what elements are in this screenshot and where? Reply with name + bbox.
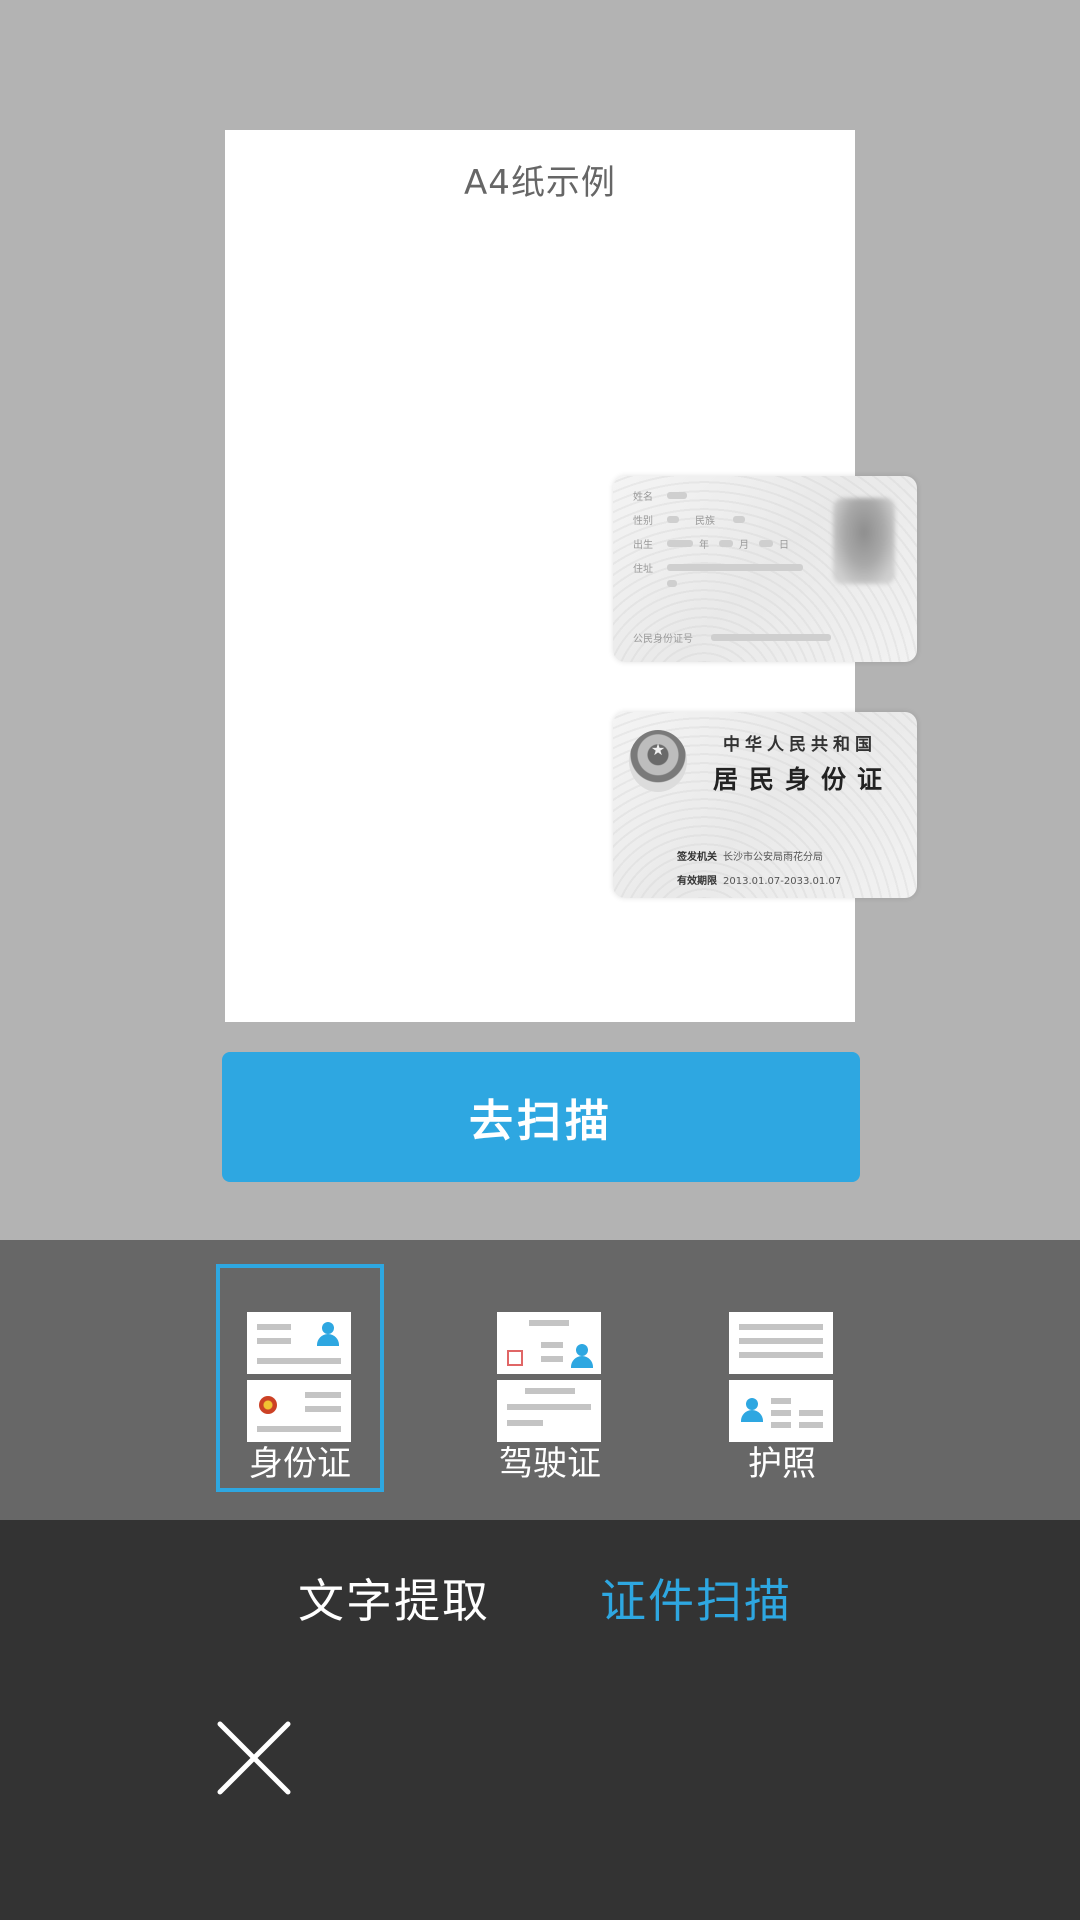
passport-photo-page-thumb-icon [729,1380,833,1442]
field-day-label: 日 [779,540,789,551]
tab-document-scan[interactable]: 证件扫描 [600,1565,792,1631]
close-icon [217,1721,291,1795]
license-front-thumb-icon [497,1312,601,1374]
doc-type-passport[interactable]: 护照 [702,1268,862,1488]
redacted-value [667,492,687,499]
stamp-icon [507,1350,523,1366]
field-month-label: 月 [739,540,749,551]
field-gender-label: 性别 [633,516,653,527]
blurred-portrait [833,498,895,584]
issuer-line: 签发机关 长沙市公安局雨花分局 [677,848,823,863]
field-id-number-label: 公民身份证号 [633,634,693,645]
id-front-thumb-icon [247,1312,351,1374]
field-name-label: 姓名 [633,492,653,503]
national-emblem [629,730,687,792]
validity-value: 2013.01.07-2033.01.07 [723,876,842,887]
redacted-value [711,634,831,641]
preview-area: A4纸示例 姓名 性别 民族 出生 年 月 日 住址 公民身份证号 中华人民共和… [0,0,1080,1240]
issuer-value: 长沙市公安局雨花分局 [723,852,823,863]
passport-top-thumb-icon [729,1312,833,1374]
person-icon [741,1398,763,1422]
redacted-value [733,516,745,523]
go-scan-button[interactable]: 去扫描 [222,1052,860,1182]
close-button[interactable] [214,1718,294,1798]
mode-bar: 文字提取 证件扫描 [0,1520,1080,1920]
validity-line: 有效期限 2013.01.07-2033.01.07 [677,872,841,887]
card-country: 中华人民共和国 [723,735,877,755]
validity-label: 有效期限 [677,876,717,887]
person-icon [317,1322,339,1346]
doc-type-label: 身份证 [249,1444,351,1484]
redacted-value [759,540,773,547]
issuer-label: 签发机关 [677,852,717,863]
a4-sample-sheet: A4纸示例 姓名 性别 民族 出生 年 月 日 住址 公民身份证号 中华人民共和… [225,130,917,1022]
tab-text-extraction[interactable]: 文字提取 [298,1565,490,1631]
field-birth-label: 出生 [633,540,653,551]
license-back-thumb-icon [497,1380,601,1442]
doc-type-label: 驾驶证 [499,1444,601,1484]
person-icon [571,1344,593,1368]
id-card-back: 中华人民共和国 居民身份证 签发机关长沙市公安局雨花分局 有效期限 2013.01… [613,712,917,898]
card-title: 居民身份证 [713,765,894,794]
sheet-title: A4纸示例 [464,163,616,203]
field-year-label: 年 [699,540,709,551]
document-type-selector: 身份证 驾驶证 护照 [0,1240,1080,1520]
redacted-value [667,540,693,547]
redacted-value [667,580,677,587]
id-back-thumb-icon [247,1380,351,1442]
doc-type-id-card[interactable]: 身份证 [216,1264,384,1492]
redacted-value [667,516,679,523]
id-card-front: 姓名 性别 民族 出生 年 月 日 住址 公民身份证号 [613,476,917,662]
doc-type-driver-license[interactable]: 驾驶证 [470,1268,630,1488]
emblem-icon [259,1396,277,1414]
redacted-value [667,564,803,571]
field-address-label: 住址 [633,564,653,575]
doc-type-label: 护照 [748,1444,816,1484]
field-ethnicity-label: 民族 [695,516,715,527]
redacted-value [719,540,733,547]
